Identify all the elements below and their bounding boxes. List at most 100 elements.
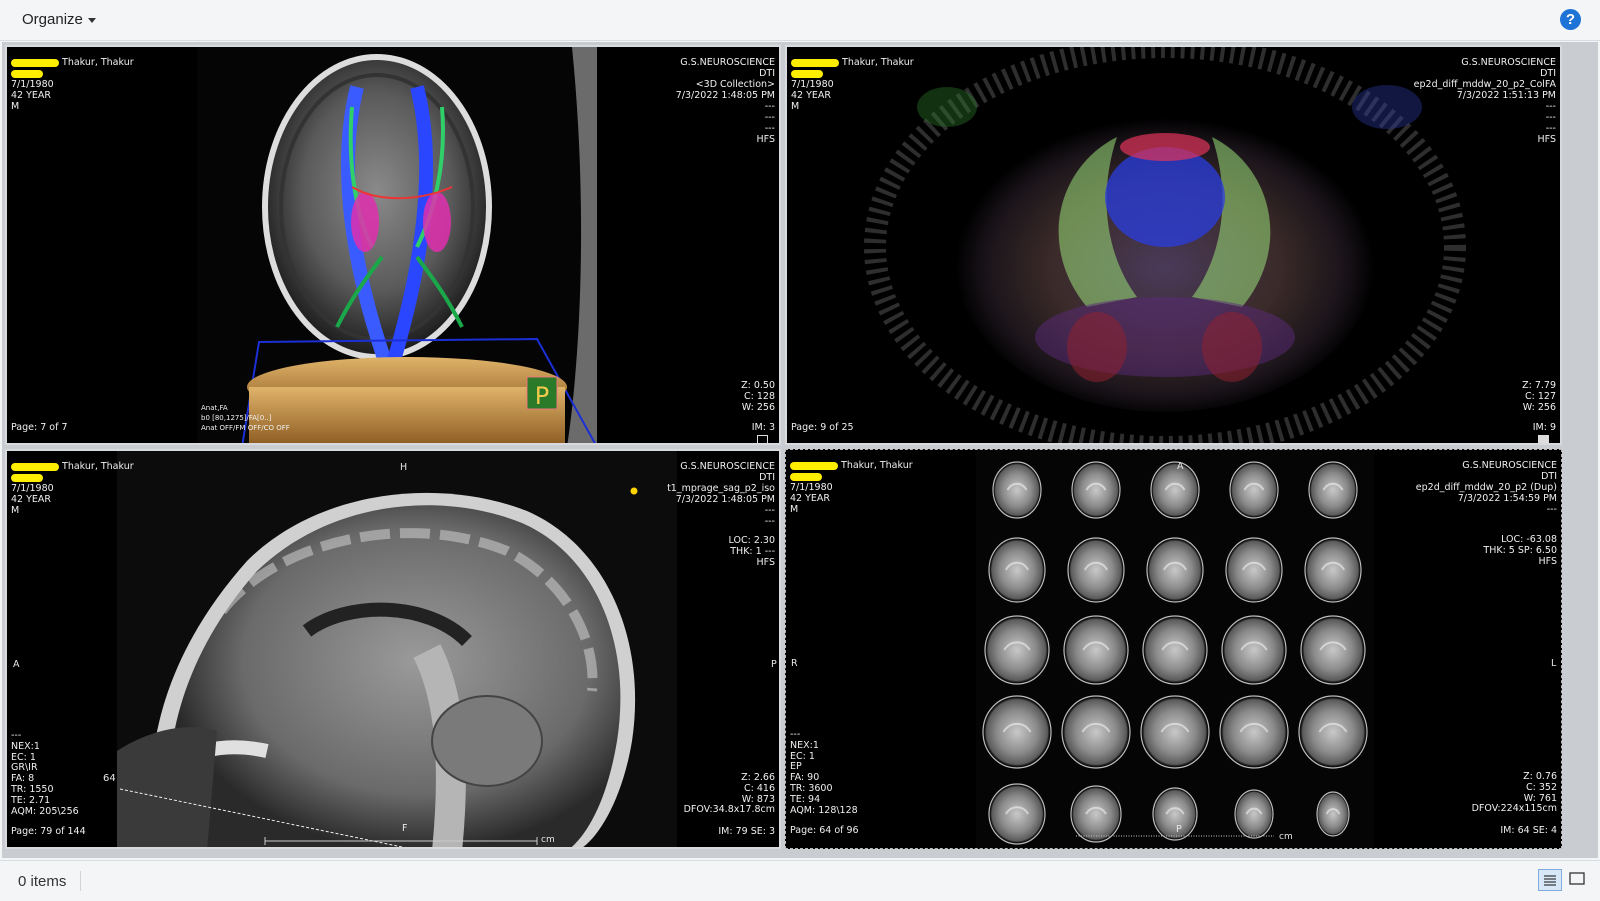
mosaic-slice <box>1219 695 1289 769</box>
mosaic-slice <box>1225 537 1283 603</box>
image-number: IM: 79 SE: 3 <box>718 826 775 837</box>
tract-legend: Anat,FA b0 [80,1275]/FA[0..] Anat OFF/FM… <box>201 404 290 432</box>
ruler-unit: cm <box>541 835 555 845</box>
orientation-marker-left: A <box>13 659 20 670</box>
redaction-mark <box>11 58 59 67</box>
details-view-button[interactable] <box>1538 869 1562 891</box>
tractography-image: P <box>197 47 597 443</box>
patient-position: HFS <box>756 134 775 145</box>
placeholder-lines: --- --- <box>764 505 775 527</box>
mosaic-slice <box>1146 537 1204 603</box>
patient-name: Thakur, Thakur <box>842 57 914 68</box>
window-level: Z: 7.79 C: 127 W: 256 <box>1522 380 1556 413</box>
mosaic-slice <box>1070 785 1122 843</box>
redaction-mark <box>790 461 838 470</box>
viewport-t1-sagittal[interactable]: Thakur, Thakur 7/1/1980 42 YEAR M H A P … <box>5 449 781 849</box>
orientation-marker-top: A <box>1177 461 1184 472</box>
mosaic-slice <box>1234 789 1274 839</box>
image-number: IM: 9 <box>1532 422 1556 433</box>
viewport-tractography[interactable]: P Thakur, Thakur 7/1/1980 42 YEAR M G.S.… <box>5 45 781 445</box>
image-number: IM: 3 <box>751 422 775 433</box>
orientation-marker-top: H <box>400 462 408 473</box>
acquisition-datetime: 7/3/2022 1:54:59 PM <box>1457 493 1557 504</box>
redaction-mark <box>11 462 59 471</box>
ruler-unit: cm <box>1279 832 1293 842</box>
viewport-diffusion-mosaic[interactable]: Thakur, Thakur 7/1/1980 42 YEAR M A R L … <box>785 449 1562 849</box>
patient-position: HFS <box>1538 556 1557 567</box>
redaction-mark <box>11 69 43 78</box>
sagittal-mri-image <box>117 451 677 847</box>
divider <box>80 871 81 891</box>
mosaic-slice <box>1229 461 1279 519</box>
patient-sex: M <box>791 101 800 112</box>
redaction-mark <box>790 472 822 481</box>
mosaic-slice <box>1150 461 1200 519</box>
page-indicator: Page: 9 of 25 <box>791 422 854 433</box>
orientation-marker-right: L <box>1551 658 1557 669</box>
viewport-toggle-icon[interactable] <box>757 435 768 443</box>
placeholder-lines: --- --- --- <box>1545 101 1556 134</box>
measurement-label: 64 <box>103 773 116 784</box>
redaction-mark <box>791 69 823 78</box>
placeholder-lines: --- <box>1546 504 1557 515</box>
mosaic-slice <box>988 537 1046 603</box>
patient-sex: M <box>790 504 799 515</box>
mosaic-slice <box>1067 537 1125 603</box>
large-icons-view-button[interactable] <box>1566 869 1590 891</box>
toolbar: Organize ? <box>0 0 1600 41</box>
patient-sex: M <box>11 101 20 112</box>
orientation-marker-bottom: F <box>402 823 408 834</box>
orientation-badge: P <box>535 382 549 410</box>
orientation-marker-left: R <box>791 658 798 669</box>
acquisition-datetime: 7/3/2022 1:51:13 PM <box>1456 90 1556 101</box>
mosaic-slice <box>1298 695 1368 769</box>
patient-position: HFS <box>756 557 775 568</box>
redaction-mark <box>791 58 839 67</box>
acquisition-datetime: 7/3/2022 1:48:05 PM <box>675 90 775 101</box>
mosaic-slice <box>1300 615 1366 685</box>
viewport-color-fa[interactable]: Thakur, Thakur 7/1/1980 42 YEAR M G.S.NE… <box>785 45 1562 445</box>
diffusion-mosaic-image <box>976 450 1374 848</box>
acquisition-params: --- NEX:1 EC: 1 GR\IR FA: 8 TR: 1550 TE:… <box>11 730 79 817</box>
patient-name: Thakur, Thakur <box>62 57 134 68</box>
page-indicator: Page: 79 of 144 <box>11 826 86 837</box>
slice-location: LOC: 2.30 THK: 1 --- <box>728 535 775 557</box>
patient-sex: M <box>11 505 20 516</box>
mosaic-slice <box>1061 695 1131 769</box>
page-indicator: Page: 64 of 96 <box>790 825 859 836</box>
list-icon <box>1544 875 1556 886</box>
help-icon[interactable]: ? <box>1560 9 1581 30</box>
item-count: 0 items <box>18 873 67 890</box>
patient-name: Thakur, Thakur <box>62 461 134 472</box>
mosaic-slice <box>992 461 1042 519</box>
tile-icon <box>1569 872 1585 885</box>
mosaic-slice <box>982 695 1052 769</box>
page-indicator: Page: 7 of 7 <box>11 422 68 433</box>
orientation-marker-bottom: P <box>1176 824 1182 835</box>
acquisition-params: --- NEX:1 EC: 1 EP FA: 90 TR: 3600 TE: 9… <box>790 729 858 816</box>
mosaic-slice <box>1071 461 1121 519</box>
organize-menu-button[interactable]: Organize <box>22 11 96 28</box>
mosaic-slice <box>1152 787 1198 841</box>
placeholder-lines: --- --- --- <box>764 101 775 134</box>
redaction-mark <box>11 473 43 482</box>
mosaic-slice <box>1140 695 1210 769</box>
mosaic-slice <box>1304 537 1362 603</box>
mosaic-slice <box>1063 615 1129 685</box>
window-level: Z: 0.76 C: 352 W: 761 DFOV:224x115cm <box>1471 771 1557 815</box>
image-viewer-grid: P Thakur, Thakur 7/1/1980 42 YEAR M G.S.… <box>2 42 1598 858</box>
mosaic-slice <box>1142 615 1208 685</box>
patient-name: Thakur, Thakur <box>841 460 913 471</box>
slice-location: LOC: -63.08 THK: 5 SP: 6.50 <box>1483 534 1557 556</box>
mosaic-slice <box>1316 791 1350 837</box>
window-level: Z: 2.66 C: 416 W: 873 DFOV:34.8x17.8cm <box>683 772 775 816</box>
image-number: IM: 64 SE: 4 <box>1500 825 1557 836</box>
mosaic-slice <box>988 783 1046 845</box>
organize-label: Organize <box>22 11 83 28</box>
orientation-marker-right: P <box>771 659 777 670</box>
viewport-toggle-icon[interactable] <box>1538 435 1549 443</box>
color-fa-image <box>864 47 1466 443</box>
mosaic-slice <box>984 615 1050 685</box>
acquisition-datetime: 7/3/2022 1:48:05 PM <box>675 494 775 505</box>
status-bar: 0 items <box>0 860 1600 901</box>
